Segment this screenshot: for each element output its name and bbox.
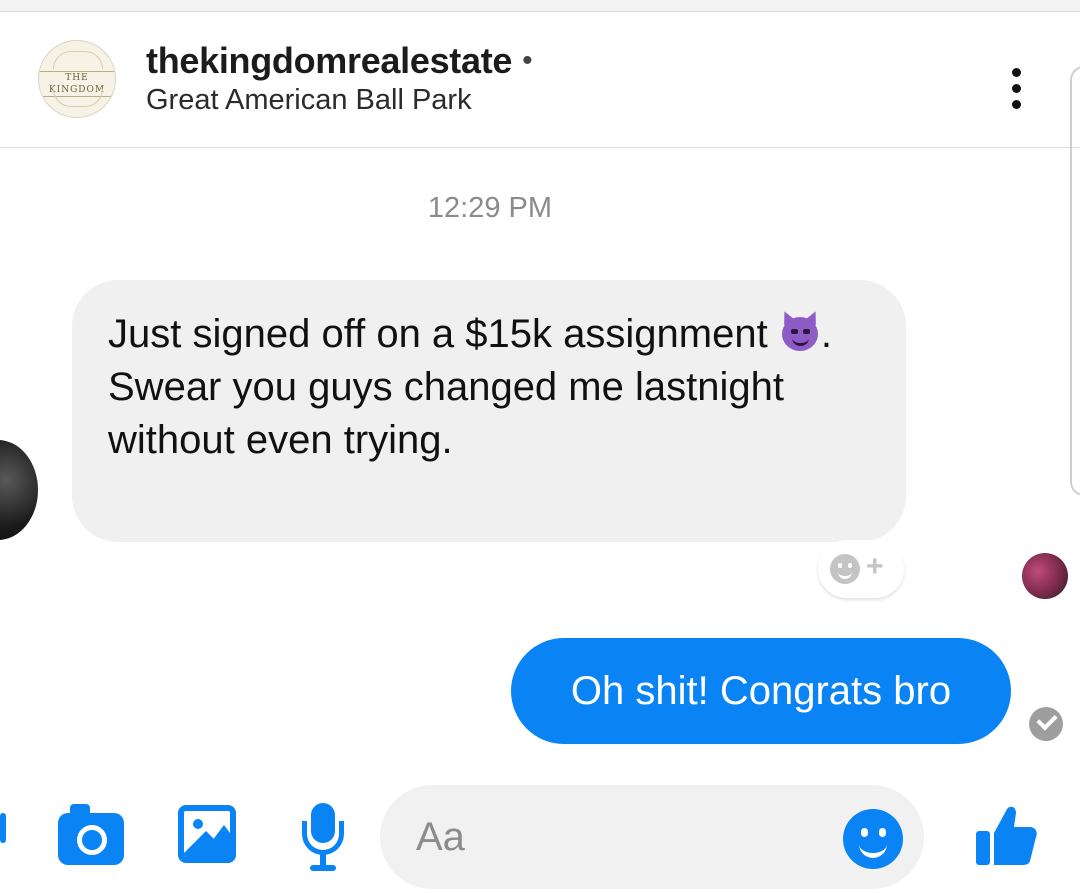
message-text-part: Just signed off on a $15k assignment — [108, 312, 779, 356]
emoji-eye — [802, 329, 810, 334]
plus-icon: + — [866, 550, 884, 583]
mic-cup — [302, 821, 344, 855]
status-bar-edge — [0, 0, 1080, 12]
emoji-icon[interactable] — [843, 809, 903, 869]
contact-location: Great American Ball Park — [146, 84, 472, 116]
status-dot: • — [522, 44, 533, 77]
side-panel-edge — [1070, 66, 1080, 496]
message-composer — [0, 775, 1080, 893]
logo-ornament-bottom — [53, 89, 103, 107]
seen-by-avatar — [1022, 553, 1068, 599]
menu-dot — [1012, 100, 1021, 109]
thumbs-up-icon[interactable] — [970, 799, 1042, 871]
emoji-eye — [790, 329, 798, 334]
profile-avatar[interactable]: THE KINGDOM — [38, 40, 116, 118]
contact-username[interactable]: thekingdomrealestate — [146, 40, 512, 82]
add-reaction-button[interactable]: + — [818, 540, 904, 598]
outgoing-message-bubble[interactable]: Oh shit! Congrats bro — [511, 638, 1011, 744]
delivered-check-icon — [1029, 707, 1063, 741]
camera-icon[interactable] — [58, 804, 124, 865]
menu-dot — [1012, 84, 1021, 93]
more-options-icon[interactable] — [1004, 64, 1030, 114]
logo-ornament-top — [53, 51, 103, 69]
microphone-icon[interactable] — [298, 803, 348, 873]
menu-dot — [1012, 68, 1021, 77]
more-actions-handle[interactable] — [0, 813, 6, 843]
message-timestamp: 12:29 PM — [427, 192, 553, 224]
image-mountain — [200, 825, 230, 857]
contact-avatar[interactable] — [0, 440, 38, 540]
incoming-message-bubble[interactable]: Just signed off on a $15k assignment . S… — [72, 280, 906, 542]
conversation-header: THE KINGDOM thekingdomrealestate • Great… — [0, 12, 1080, 148]
image-icon[interactable] — [178, 805, 236, 863]
smiling-devil-emoji-icon — [778, 309, 821, 353]
incoming-message-text: Just signed off on a $15k assignment . S… — [108, 308, 870, 467]
smiley-icon — [830, 554, 860, 584]
mic-base — [310, 865, 336, 871]
header-title-row[interactable]: thekingdomrealestate • — [146, 40, 533, 82]
